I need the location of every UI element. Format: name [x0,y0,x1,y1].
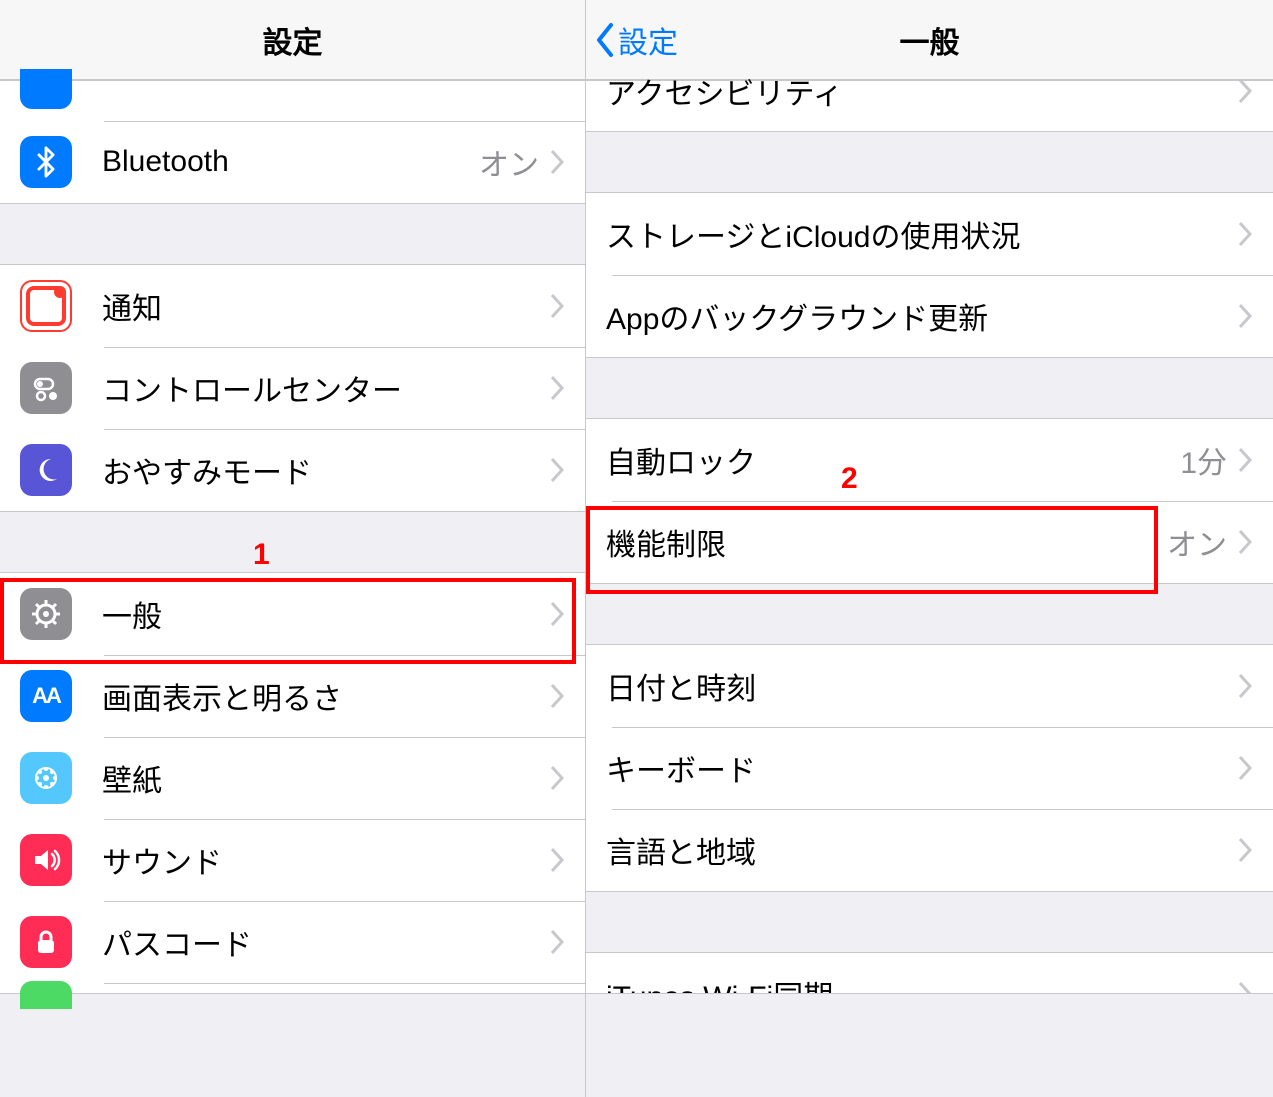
row-label: 日付と時刻 [606,664,1237,708]
square-icon [20,69,72,109]
row-label: パスコード [102,920,549,964]
general-row-restrictions[interactable]: 機能制限 オン [586,501,1273,583]
chevron-right-icon [549,292,565,320]
display-icon: AA [20,670,72,722]
bluetooth-icon [20,136,72,188]
settings-row-wallpaper[interactable]: 壁紙 [0,737,585,819]
chevron-right-icon [1237,77,1253,105]
moon-icon [20,444,72,496]
chevron-right-icon [1237,302,1253,330]
chevron-right-icon [549,148,565,176]
general-title: 一般 [900,18,960,62]
settings-header: 設定 [0,0,585,80]
settings-row-bluetooth[interactable]: Bluetooth オン [0,121,585,203]
row-label: おやすみモード [102,448,549,492]
general-header: 設定 一般 [586,0,1273,80]
general-row-storage[interactable]: ストレージとiCloudの使用状況 [586,193,1273,275]
row-label: Bluetooth [102,145,479,179]
row-label: ストレージとiCloudの使用状況 [606,212,1237,256]
chevron-right-icon [1237,836,1253,864]
row-label: コントロールセンター [102,366,549,410]
row-value: 1分 [1180,438,1227,482]
settings-row-dnd[interactable]: おやすみモード [0,429,585,511]
chevron-right-icon [1237,754,1253,782]
row-label: 自動ロック [606,438,1180,482]
chevron-right-icon [1237,672,1253,700]
back-button[interactable]: 設定 [594,0,678,79]
row-value: オン [479,140,539,184]
chevron-right-icon [549,928,565,956]
next-icon [20,981,72,1009]
row-label: 通知 [102,284,549,328]
general-row-datetime[interactable]: 日付と時刻 [586,645,1273,727]
settings-row-notifications[interactable]: 通知 [0,265,585,347]
chevron-right-icon [549,374,565,402]
chevron-right-icon [549,456,565,484]
chevron-right-icon [549,600,565,628]
sound-icon [20,834,72,886]
back-label: 設定 [618,18,678,62]
annotation-label-1: 1 [253,538,270,572]
settings-row-display[interactable]: AA 画面表示と明るさ [0,655,585,737]
control-center-icon [20,362,72,414]
general-row-itunes[interactable]: iTunes Wi-Fi同期 [586,953,1273,994]
gear-icon [20,588,72,640]
annotation-label-2: 2 [841,462,858,496]
settings-row-passcode[interactable]: パスコード [0,901,585,983]
row-label: 一般 [102,592,549,636]
chevron-right-icon [1237,980,1253,994]
row-label: 機能制限 [606,520,1167,564]
general-row-keyboard[interactable]: キーボード [586,727,1273,809]
row-label: 壁紙 [102,756,549,800]
row-value: オン [1167,520,1227,564]
chevron-right-icon [549,682,565,710]
row-label: 言語と地域 [606,828,1237,872]
row-label: アクセシビリティ [606,69,1237,113]
settings-row-next-partial[interactable] [0,983,585,993]
general-pane: 設定 一般 アクセシビリティ ストレージとiCloudの使用状況 Appのバック… [585,0,1273,1097]
notifications-icon [20,280,72,332]
settings-title: 設定 [263,18,323,62]
lock-icon [20,916,72,968]
general-row-accessibility[interactable]: アクセシビリティ [586,81,1273,131]
chevron-right-icon [1237,446,1253,474]
row-label: キーボード [606,746,1237,790]
chevron-right-icon [1237,220,1253,248]
settings-row-sounds[interactable]: サウンド [0,819,585,901]
settings-row-partial[interactable] [0,81,585,121]
settings-row-control-center[interactable]: コントロールセンター [0,347,585,429]
chevron-right-icon [549,764,565,792]
general-row-bg-refresh[interactable]: Appのバックグラウンド更新 [586,275,1273,357]
general-row-autolock[interactable]: 自動ロック 1分 [586,419,1273,501]
wallpaper-icon [20,752,72,804]
row-label: 画面表示と明るさ [102,674,549,718]
settings-pane: 設定 Bluetooth オン [0,0,585,1097]
general-row-language[interactable]: 言語と地域 [586,809,1273,891]
chevron-right-icon [549,846,565,874]
row-label: Appのバックグラウンド更新 [606,294,1237,338]
settings-row-general[interactable]: 一般 [0,573,585,655]
row-label: サウンド [102,838,549,882]
row-label: iTunes Wi-Fi同期 [606,972,1237,994]
chevron-right-icon [1237,528,1253,556]
